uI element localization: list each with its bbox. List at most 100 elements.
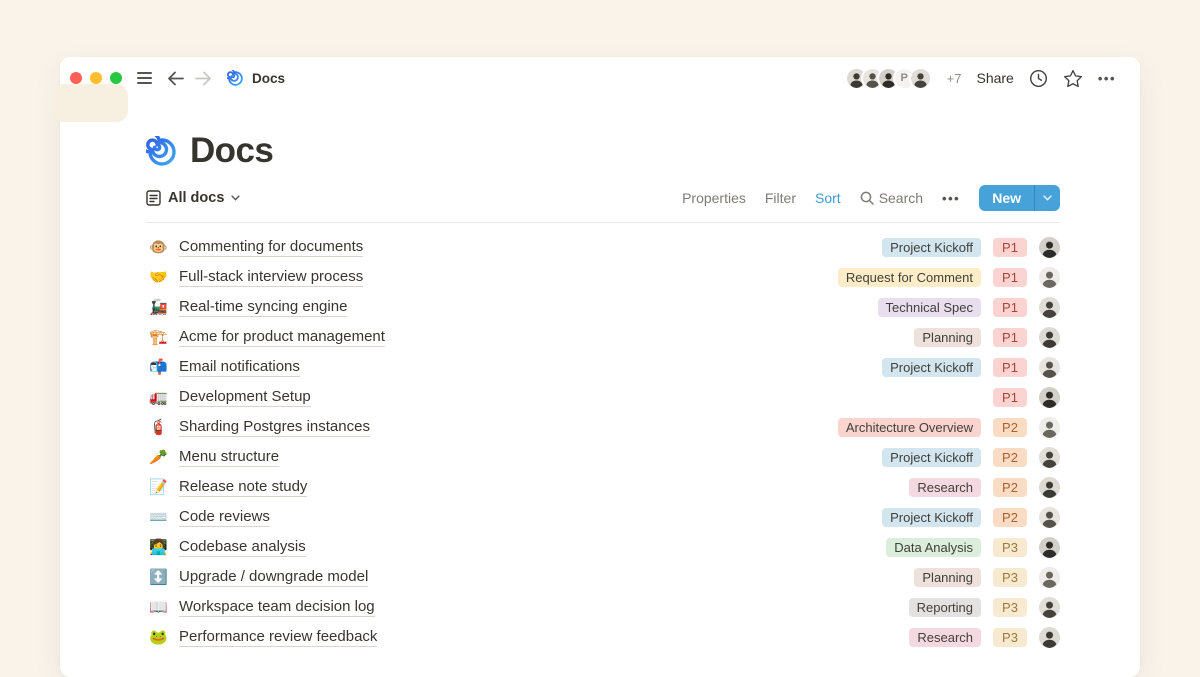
doc-row[interactable]: 🚂 Real-time syncing engine Technical Spe…: [146, 292, 1060, 322]
doc-row[interactable]: 🤝 Full-stack interview process Request f…: [146, 262, 1060, 292]
doc-type-tag: Technical Spec: [878, 298, 981, 317]
doc-type-tag: Project Kickoff: [882, 238, 981, 257]
properties-button[interactable]: Properties: [682, 190, 746, 206]
doc-emoji-icon: 🏗️: [146, 330, 171, 345]
doc-title-link[interactable]: Sharding Postgres instances: [179, 418, 370, 437]
doc-title-link[interactable]: Workspace team decision log: [179, 598, 375, 617]
close-window-button[interactable]: [70, 72, 82, 84]
doc-title-link[interactable]: Acme for product management: [179, 328, 385, 347]
view-more-options-icon[interactable]: •••: [942, 191, 960, 206]
search-icon: [860, 191, 874, 205]
doc-emoji-icon: 📬: [146, 360, 171, 375]
history-navigation: [167, 71, 212, 86]
assignee-avatar: [1039, 297, 1060, 318]
doc-emoji-icon: 🥕: [146, 450, 171, 465]
doc-type-tag: Planning: [914, 568, 981, 587]
priority-badge: P2: [993, 418, 1027, 437]
doc-type-tag: Research: [909, 478, 981, 497]
doc-emoji-icon: 📝: [146, 480, 171, 495]
priority-badge: P1: [993, 238, 1027, 257]
doc-type-tag: Request for Comment: [838, 268, 981, 287]
view-bar: All docs Properties Filter Sort Search •…: [146, 185, 1060, 223]
doc-row[interactable]: 🏗️ Acme for product management Planning …: [146, 322, 1060, 352]
back-arrow-icon[interactable]: [167, 71, 184, 86]
traffic-lights: [70, 72, 122, 84]
sort-button[interactable]: Sort: [815, 190, 841, 206]
doc-type-tag: Research: [909, 628, 981, 647]
page-header: Docs: [146, 127, 1060, 171]
doc-row[interactable]: 🐵 Commenting for documents Project Kicko…: [146, 232, 1060, 262]
doc-emoji-icon: 🚂: [146, 300, 171, 315]
assignee-avatar: [1039, 267, 1060, 288]
filter-button[interactable]: Filter: [765, 190, 796, 206]
doc-title-link[interactable]: Menu structure: [179, 448, 279, 467]
doc-row[interactable]: 🚛 Development Setup P1: [146, 382, 1060, 412]
window-titlebar: Docs P +7 Share •••: [60, 57, 1140, 99]
priority-badge: P1: [993, 268, 1027, 287]
doc-row[interactable]: 🥕 Menu structure Project Kickoff P2: [146, 442, 1060, 472]
doc-type-tag: Project Kickoff: [882, 508, 981, 527]
doc-title-link[interactable]: Email notifications: [179, 358, 300, 377]
doc-type-tag: Reporting: [909, 598, 981, 617]
assignee-avatar: [1039, 537, 1060, 558]
search-button[interactable]: Search: [860, 190, 923, 206]
priority-badge: P3: [993, 628, 1027, 647]
doc-title-link[interactable]: Code reviews: [179, 508, 270, 527]
doc-type-tag: Project Kickoff: [882, 448, 981, 467]
minimize-window-button[interactable]: [90, 72, 102, 84]
priority-badge: P3: [993, 568, 1027, 587]
assignee-avatar: [1039, 237, 1060, 258]
doc-row[interactable]: 👩‍💻 Codebase analysis Data Analysis P3: [146, 532, 1060, 562]
assignee-avatar: [1039, 477, 1060, 498]
doc-title-link[interactable]: Performance review feedback: [179, 628, 377, 647]
doc-title-link[interactable]: Upgrade / downgrade model: [179, 568, 368, 587]
doc-row[interactable]: ↕️ Upgrade / downgrade model Planning P3: [146, 562, 1060, 592]
updates-clock-icon[interactable]: [1029, 69, 1048, 88]
doc-emoji-icon: ⌨️: [146, 510, 171, 525]
doc-row[interactable]: ⌨️ Code reviews Project Kickoff P2: [146, 502, 1060, 532]
member-overflow-count[interactable]: +7: [947, 71, 962, 86]
doc-row[interactable]: 📖 Workspace team decision log Reporting …: [146, 592, 1060, 622]
doc-emoji-icon: 🐵: [146, 240, 171, 255]
priority-badge: P3: [993, 598, 1027, 617]
doc-title-link[interactable]: Full-stack interview process: [179, 268, 363, 287]
doc-title-link[interactable]: Development Setup: [179, 388, 311, 407]
window-more-options-icon[interactable]: •••: [1098, 71, 1116, 86]
document-list-icon: [146, 190, 161, 206]
priority-badge: P2: [993, 448, 1027, 467]
docs-spiral-logo: [146, 136, 178, 168]
priority-badge: P1: [993, 328, 1027, 347]
doc-type-tag: Architecture Overview: [838, 418, 981, 437]
doc-title-link[interactable]: Real-time syncing engine: [179, 298, 347, 317]
doc-row[interactable]: 📬 Email notifications Project Kickoff P1: [146, 352, 1060, 382]
doc-title-link[interactable]: Release note study: [179, 478, 307, 497]
new-doc-button[interactable]: New: [979, 185, 1060, 211]
assignee-avatar: [1039, 597, 1060, 618]
assignee-avatar: [1039, 507, 1060, 528]
doc-row[interactable]: 🐸 Performance review feedback Research P…: [146, 622, 1060, 652]
doc-row[interactable]: 🧯 Sharding Postgres instances Architectu…: [146, 412, 1060, 442]
avatar[interactable]: [909, 67, 932, 90]
assignee-avatar: [1039, 447, 1060, 468]
doc-title-link[interactable]: Codebase analysis: [179, 538, 306, 557]
chevron-down-icon: [231, 195, 240, 201]
member-avatar-stack[interactable]: P: [845, 67, 932, 90]
priority-badge: P2: [993, 478, 1027, 497]
doc-emoji-icon: 👩‍💻: [146, 540, 171, 555]
doc-row[interactable]: 📝 Release note study Research P2: [146, 472, 1060, 502]
assignee-avatar: [1039, 357, 1060, 378]
new-doc-label[interactable]: New: [979, 185, 1034, 211]
favorite-star-icon[interactable]: [1063, 69, 1083, 88]
app-window: Docs P +7 Share ••• Docs All docs: [60, 57, 1140, 677]
forward-arrow-icon[interactable]: [195, 71, 212, 86]
view-selector[interactable]: All docs: [146, 190, 240, 206]
search-label: Search: [879, 190, 923, 206]
maximize-window-button[interactable]: [110, 72, 122, 84]
doc-emoji-icon: 🚛: [146, 390, 171, 405]
priority-badge: P1: [993, 298, 1027, 317]
new-doc-dropdown[interactable]: [1034, 185, 1060, 211]
assignee-avatar: [1039, 387, 1060, 408]
doc-title-link[interactable]: Commenting for documents: [179, 238, 363, 257]
share-button[interactable]: Share: [976, 70, 1013, 86]
sidebar-toggle-icon[interactable]: [137, 72, 152, 84]
